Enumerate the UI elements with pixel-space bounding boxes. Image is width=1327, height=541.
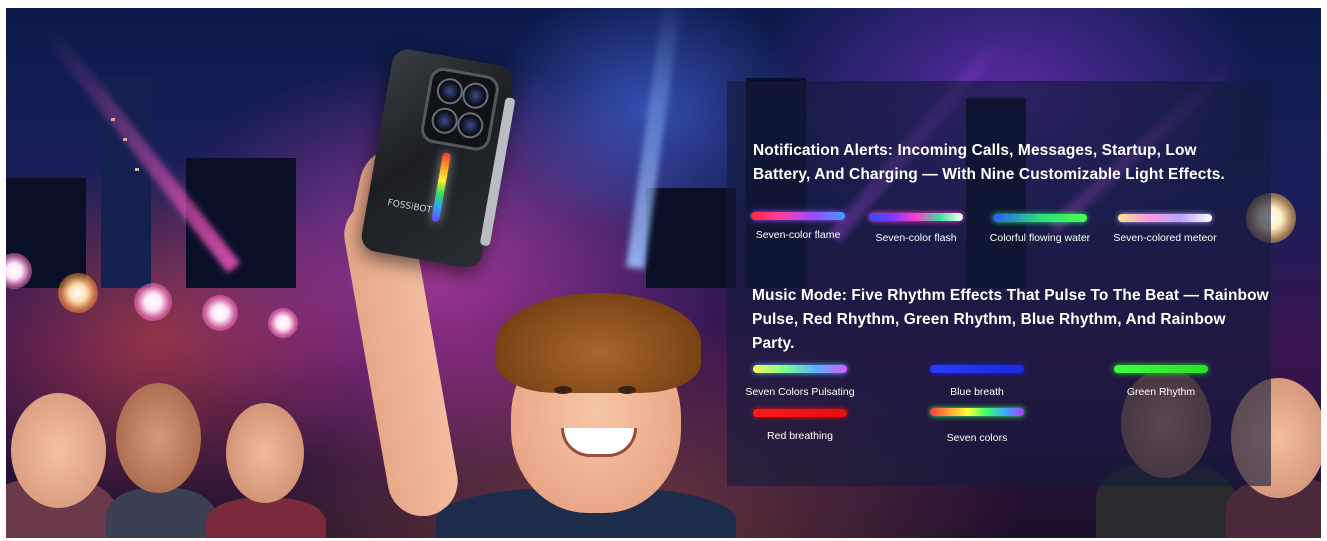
effect-bar	[930, 408, 1024, 416]
eye	[618, 386, 636, 394]
effect-label: Seven-color flash	[875, 232, 957, 244]
rugged-phone: FOSSiBOT	[359, 46, 516, 271]
music-heading-line1: Music Mode: Five Rhythm Effects That Pul…	[752, 287, 1269, 304]
music-heading-line2: Pulse, Red Rhythm, Green Rhythm, Blue Rh…	[752, 311, 1226, 352]
camera-lens-icon	[434, 76, 465, 107]
stage-light	[268, 308, 298, 338]
effect-label: Red breathing	[767, 430, 833, 442]
stage-light	[134, 283, 172, 321]
effect-label: Seven Colors Pulsating	[745, 386, 855, 398]
effect-bar	[751, 212, 845, 220]
eye	[554, 386, 572, 394]
notification-heading: Notification Alerts: Incoming Calls, Mes…	[753, 139, 1225, 187]
camera-lens-icon	[455, 110, 486, 141]
effect-bar	[1114, 365, 1208, 373]
effect-bar	[753, 409, 847, 417]
stage-light	[58, 273, 98, 313]
effect-label: Seven-colored meteor	[1113, 232, 1217, 244]
rgb-light-strip	[431, 151, 452, 223]
effect-label: Blue breath	[950, 386, 1004, 398]
hair	[496, 293, 701, 393]
effect-label: Colorful flowing water	[989, 232, 1091, 244]
camera-module	[418, 65, 501, 153]
camera-lens-icon	[429, 105, 460, 136]
music-heading: Music Mode: Five Rhythm Effects That Pul…	[752, 284, 1271, 356]
effect-bar	[930, 365, 1024, 373]
effect-bar	[993, 214, 1087, 222]
feature-panel: Notification Alerts: Incoming Calls, Mes…	[727, 81, 1271, 486]
effect-bar	[1118, 214, 1212, 222]
stage-light	[202, 295, 238, 331]
effect-label: Green Rhythm	[1126, 386, 1196, 398]
notification-heading-line2: Battery, And Charging — With Nine Custom…	[753, 166, 1225, 183]
camera-lens-icon	[460, 80, 491, 111]
effect-bar	[753, 365, 847, 373]
effect-label: Seven colors	[946, 432, 1008, 444]
building	[646, 188, 736, 288]
phone-brand-logo: FOSSiBOT	[386, 198, 433, 216]
notification-heading-line1: Notification Alerts: Incoming Calls, Mes…	[753, 142, 1197, 159]
effect-bar	[869, 213, 963, 221]
effect-label: Seven-color flame	[755, 229, 841, 241]
